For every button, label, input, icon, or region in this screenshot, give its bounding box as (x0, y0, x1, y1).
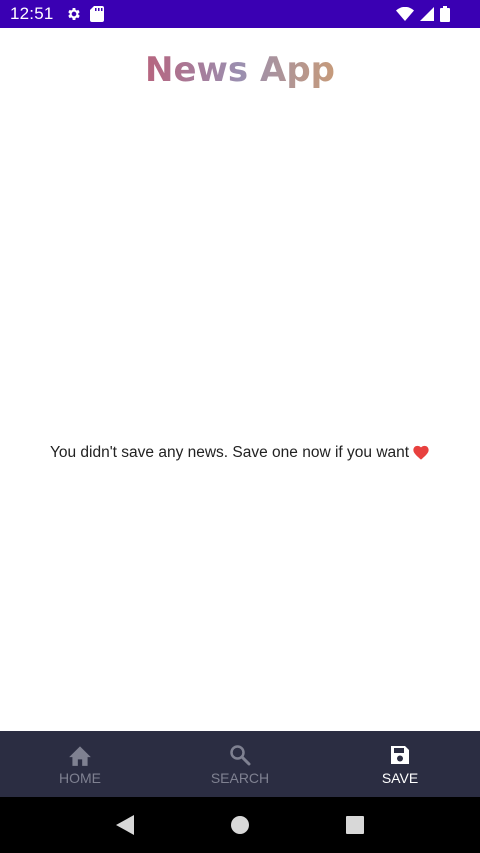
system-navigation-bar (0, 797, 480, 853)
recents-icon[interactable] (345, 816, 364, 834)
back-icon[interactable] (116, 815, 135, 835)
status-bar: 12:51 (0, 0, 480, 28)
nav-save-label: SAVE (381, 769, 419, 786)
nav-home[interactable]: HOME (0, 731, 160, 797)
nav-search[interactable]: SEARCH (160, 731, 320, 797)
heart-icon (412, 444, 430, 465)
empty-message-text: You didn't save any news. Save one now i… (49, 444, 410, 461)
status-right-icons (396, 6, 470, 22)
home-circle-icon[interactable] (230, 816, 249, 834)
sd-card-icon (89, 6, 104, 22)
bottom-navigation: HOME SEARCH SAVE (0, 731, 480, 797)
status-left-icons (66, 6, 104, 22)
nav-save[interactable]: SAVE (320, 731, 480, 797)
signal-icon (420, 7, 434, 21)
battery-icon (440, 6, 450, 22)
save-icon (388, 743, 412, 767)
wifi-icon (396, 7, 414, 21)
search-icon (228, 743, 252, 767)
nav-home-label: HOME (59, 769, 101, 786)
empty-saved-message: You didn't save any news. Save one now i… (0, 444, 480, 465)
home-icon (67, 743, 93, 767)
app-title: News App (0, 50, 480, 90)
settings-icon (66, 6, 82, 22)
status-time: 12:51 (10, 4, 54, 23)
nav-search-label: SEARCH (210, 769, 270, 786)
